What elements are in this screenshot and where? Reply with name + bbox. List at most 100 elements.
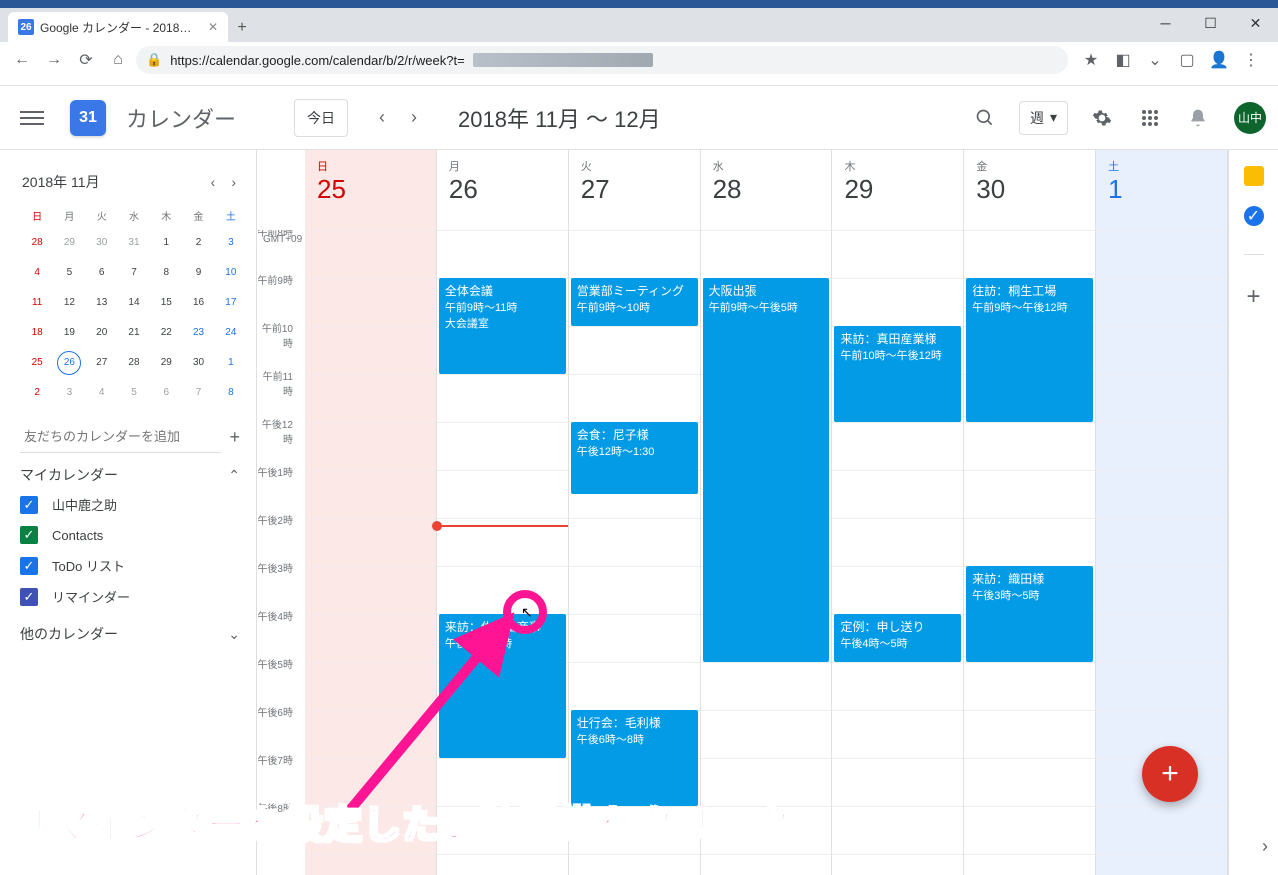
calendar-event[interactable]: 来訪：真田産業様午前10時〜午後12時	[834, 326, 961, 422]
mini-day-cell[interactable]: 19	[57, 321, 81, 345]
user-avatar[interactable]: 山中	[1234, 102, 1266, 134]
mini-day-cell[interactable]: 6	[154, 381, 178, 405]
calendar-list-item[interactable]: ✓リマインダー	[20, 581, 248, 612]
mini-day-cell[interactable]: 14	[122, 291, 146, 315]
mini-day-cell[interactable]: 4	[90, 381, 114, 405]
create-event-fab[interactable]: +	[1142, 746, 1198, 802]
day-column[interactable]: 全体会議午前9時〜11時大会議室来訪：佐和山商事午後4時〜7時	[437, 230, 569, 875]
mini-day-cell[interactable]: 29	[154, 351, 178, 375]
mini-day-cell[interactable]: 3	[57, 381, 81, 405]
time-grid[interactable]: GMT+09 午前8時午前9時午前10時午前11時午後12時午後1時午後2時午後…	[257, 230, 1228, 875]
day-column[interactable]	[305, 230, 437, 875]
back-button[interactable]: ←	[8, 46, 36, 74]
mini-day-cell[interactable]: 29	[57, 231, 81, 255]
mini-day-cell[interactable]: 12	[57, 291, 81, 315]
calendar-checkbox[interactable]: ✓	[20, 588, 38, 606]
my-calendars-section[interactable]: マイカレンダー ⌃	[20, 453, 248, 489]
settings-button[interactable]	[1082, 98, 1122, 138]
view-selector[interactable]: 週 ▾	[1019, 101, 1068, 135]
day-header[interactable]: 木29	[832, 150, 964, 230]
mini-day-cell[interactable]: 30	[187, 351, 211, 375]
prev-period-button[interactable]: ‹	[366, 102, 398, 134]
calendar-event[interactable]: 来訪：佐和山商事午後4時〜7時	[439, 614, 566, 758]
day-column[interactable]: 営業部ミーティング午前9時〜10時会食：尼子様午後12時〜1:30壮行会：毛利様…	[569, 230, 701, 875]
today-button[interactable]: 今日	[294, 99, 348, 137]
calendar-event[interactable]: 定例：申し送り午後4時〜5時	[834, 614, 961, 662]
ext-icon-1[interactable]: ◧	[1114, 51, 1132, 69]
day-header[interactable]: 日25	[305, 150, 437, 230]
mini-day-cell[interactable]: 6	[90, 261, 114, 285]
mini-day-cell[interactable]: 28	[25, 231, 49, 255]
mini-day-cell[interactable]: 5	[122, 381, 146, 405]
calendar-checkbox[interactable]: ✓	[20, 557, 38, 575]
apps-button[interactable]	[1130, 98, 1170, 138]
mini-day-cell[interactable]: 18	[25, 321, 49, 345]
mini-day-cell[interactable]: 3	[219, 231, 243, 255]
mini-day-cell[interactable]: 17	[219, 291, 243, 315]
minimize-button[interactable]: ─	[1143, 8, 1188, 38]
tab-close-icon[interactable]: ✕	[208, 20, 218, 34]
mini-day-cell[interactable]: 8	[154, 261, 178, 285]
mini-day-cell[interactable]: 2	[187, 231, 211, 255]
url-box[interactable]: 🔒 https://calendar.google.com/calendar/b…	[136, 46, 1068, 74]
mini-day-cell[interactable]: 5	[57, 261, 81, 285]
maximize-button[interactable]: ☐	[1188, 8, 1233, 38]
mini-day-cell[interactable]: 24	[219, 321, 243, 345]
mini-day-cell[interactable]: 8	[219, 381, 243, 405]
mini-day-cell[interactable]: 2	[25, 381, 49, 405]
calendar-event[interactable]: 壮行会：毛利様午後6時〜8時	[571, 710, 698, 806]
mini-day-cell[interactable]: 1	[154, 231, 178, 255]
mini-day-cell[interactable]: 7	[122, 261, 146, 285]
day-header[interactable]: 火27	[569, 150, 701, 230]
mini-day-cell[interactable]: 21	[122, 321, 146, 345]
mini-day-cell[interactable]: 11	[25, 291, 49, 315]
more-icon[interactable]: ⋮	[1242, 51, 1260, 69]
mini-day-cell[interactable]: 27	[90, 351, 114, 375]
day-header[interactable]: 金30	[964, 150, 1096, 230]
mini-day-cell[interactable]: 28	[122, 351, 146, 375]
day-header[interactable]: 土1	[1096, 150, 1228, 230]
mini-day-cell[interactable]: 30	[90, 231, 114, 255]
close-window-button[interactable]: ✕	[1233, 8, 1278, 38]
hamburger-menu-icon[interactable]	[20, 106, 44, 130]
search-button[interactable]	[965, 98, 1005, 138]
mini-day-cell[interactable]: 15	[154, 291, 178, 315]
mini-day-cell[interactable]: 4	[25, 261, 49, 285]
mini-day-cell[interactable]: 9	[187, 261, 211, 285]
mini-day-cell[interactable]: 13	[90, 291, 114, 315]
mini-day-cell[interactable]: 22	[154, 321, 178, 345]
calendar-event[interactable]: 全体会議午前9時〜11時大会議室	[439, 278, 566, 374]
mini-prev-button[interactable]: ‹	[207, 170, 220, 194]
mini-day-cell[interactable]: 23	[187, 321, 211, 345]
mini-day-cell[interactable]: 31	[122, 231, 146, 255]
keep-icon[interactable]	[1244, 166, 1264, 186]
mini-day-cell[interactable]: 20	[90, 321, 114, 345]
pocket-icon[interactable]: ⌄	[1146, 51, 1164, 69]
ext-icon-2[interactable]: ▢	[1178, 51, 1196, 69]
add-calendar-input[interactable]	[20, 421, 221, 453]
profile-icon[interactable]: 👤	[1210, 51, 1228, 69]
mini-day-cell[interactable]: 25	[25, 351, 49, 375]
calendar-event[interactable]: 大阪出張午前9時〜午後5時	[703, 278, 830, 662]
day-column[interactable]: 来訪：真田産業様午前10時〜午後12時定例：申し送り午後4時〜5時	[832, 230, 964, 875]
mini-next-button[interactable]: ›	[227, 170, 240, 194]
calendar-list-item[interactable]: ✓ToDo リスト	[20, 550, 248, 581]
calendar-checkbox[interactable]: ✓	[20, 526, 38, 544]
day-column[interactable]: 往訪：桐生工場午前9時〜午後12時来訪：織田様午後3時〜5時	[964, 230, 1096, 875]
notifications-button[interactable]	[1178, 98, 1218, 138]
calendar-event[interactable]: 来訪：織田様午後3時〜5時	[966, 566, 1093, 662]
new-tab-button[interactable]: +	[228, 14, 256, 42]
rail-collapse-button[interactable]: ›	[1262, 836, 1268, 857]
day-column[interactable]: 大阪出張午前9時〜午後5時	[701, 230, 833, 875]
add-calendar-button[interactable]: +	[221, 427, 248, 448]
mini-day-cell[interactable]: 7	[187, 381, 211, 405]
calendar-list-item[interactable]: ✓Contacts	[20, 520, 248, 550]
mini-day-cell[interactable]: 26	[57, 351, 81, 375]
calendar-event[interactable]: 会食：尼子様午後12時〜1:30	[571, 422, 698, 494]
mini-day-cell[interactable]: 10	[219, 261, 243, 285]
calendar-list-item[interactable]: ✓山中鹿之助	[20, 489, 248, 520]
calendar-event[interactable]: 往訪：桐生工場午前9時〜午後12時	[966, 278, 1093, 422]
browser-tab[interactable]: 26 Google カレンダー - 2018年 11月 2 ✕	[8, 12, 228, 42]
other-calendars-section[interactable]: 他のカレンダー ⌄	[20, 612, 248, 648]
forward-button[interactable]: →	[40, 46, 68, 74]
